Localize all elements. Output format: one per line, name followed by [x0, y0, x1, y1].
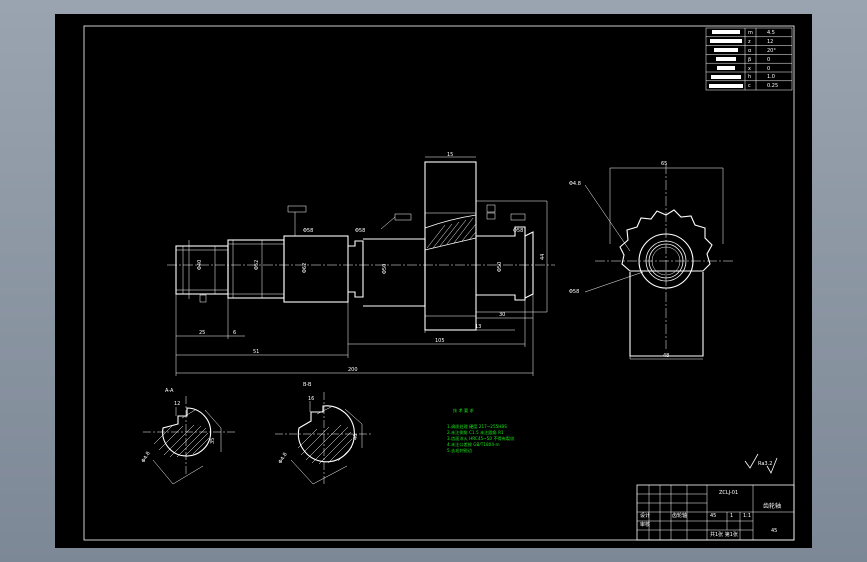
callout-right: Φ58	[513, 228, 523, 234]
callout-neck: Φ58	[355, 228, 365, 234]
dim-25: 25	[199, 330, 205, 336]
roughness-label: Ra3.2	[758, 461, 772, 467]
leader-a: Φ4.8	[569, 181, 581, 187]
section-b-depth: 46	[353, 434, 359, 440]
notes-line-3: 3.齿面淬火 HRC45~50 不得有裂纹	[447, 435, 515, 442]
section-b-label: B-B	[303, 382, 312, 388]
param-symbol-4: β	[748, 57, 751, 63]
dim-51: 51	[253, 349, 259, 355]
dim-105: 105	[435, 338, 445, 344]
dim-200: 200	[348, 367, 358, 373]
dim-gear-bot: 48	[663, 353, 669, 359]
dim-b: 6	[233, 330, 236, 336]
section-a-label: A-A	[165, 388, 174, 394]
param-symbol-7: c	[748, 83, 751, 89]
callout-journal: Φ58	[303, 228, 313, 234]
dim-15: 15	[447, 152, 453, 158]
title-checker: 审核	[640, 521, 650, 528]
title-designer: 设计	[640, 512, 650, 519]
param-symbol-1: m	[748, 30, 753, 36]
dim-d-shoulder: Φ62	[302, 263, 308, 273]
title-company: 齿轮轴	[672, 512, 687, 519]
dim-gear-top: 65	[661, 161, 667, 167]
title-part-name: 齿轮轴	[763, 502, 781, 510]
dim-d-mid: Φ52	[254, 260, 260, 270]
param-value-4: 0	[767, 57, 770, 63]
cad-viewport: m z α β x h c 4.5 12 20° 0 0 1.0 0.25 Φ4…	[0, 0, 867, 562]
notes-line-2: 2.未注倒角 C1.5 未注圆角 R1	[447, 429, 504, 436]
title-count: 1	[730, 513, 733, 519]
notes-line-1: 1.调质处理 硬度 217~255HBS	[447, 423, 507, 430]
section-a-depth: 35	[210, 438, 216, 444]
param-symbol-5: x	[748, 66, 751, 72]
leader-b: Φ58	[569, 289, 579, 295]
param-symbol-2: z	[748, 39, 751, 45]
drawing-canvas: m z α β x h c 4.5 12 20° 0 0 1.0 0.25 Φ4…	[55, 14, 812, 548]
param-value-7: 0.25	[767, 83, 778, 89]
dim-d-right: Φ50	[497, 262, 503, 272]
title-drawing-no: ZCLJ-01	[719, 490, 738, 496]
param-symbol-6: h	[748, 74, 751, 80]
param-value-3: 20°	[767, 48, 776, 54]
param-value-1: 4.5	[767, 30, 775, 36]
dim-44: 44	[540, 254, 546, 260]
section-a-width: 12	[174, 401, 180, 407]
dim-30: 30	[499, 312, 505, 318]
dim-body-d: Φ50	[382, 264, 388, 274]
notes-line-4: 4.未注公差按 GB/T1804-m	[447, 441, 500, 448]
title-material-code: 45	[771, 528, 777, 534]
drawing-sheet: m z α β x h c 4.5 12 20° 0 0 1.0 0.25 Φ4…	[55, 14, 812, 548]
title-material: 45	[710, 513, 716, 519]
notes-line-5: 5.去毛刺锐边	[447, 447, 473, 454]
notes-title: 技 术 要 求	[453, 407, 475, 414]
title-scale: 1:1	[743, 513, 751, 519]
param-value-6: 1.0	[767, 74, 775, 80]
param-value-2: 12	[767, 39, 773, 45]
dim-d-left: Φ40	[197, 260, 203, 270]
dim-13: 13	[475, 324, 481, 330]
section-b-width: 16	[308, 396, 314, 402]
title-sheet: 共1张 第1张	[710, 531, 738, 538]
param-value-5: 0	[767, 66, 770, 72]
